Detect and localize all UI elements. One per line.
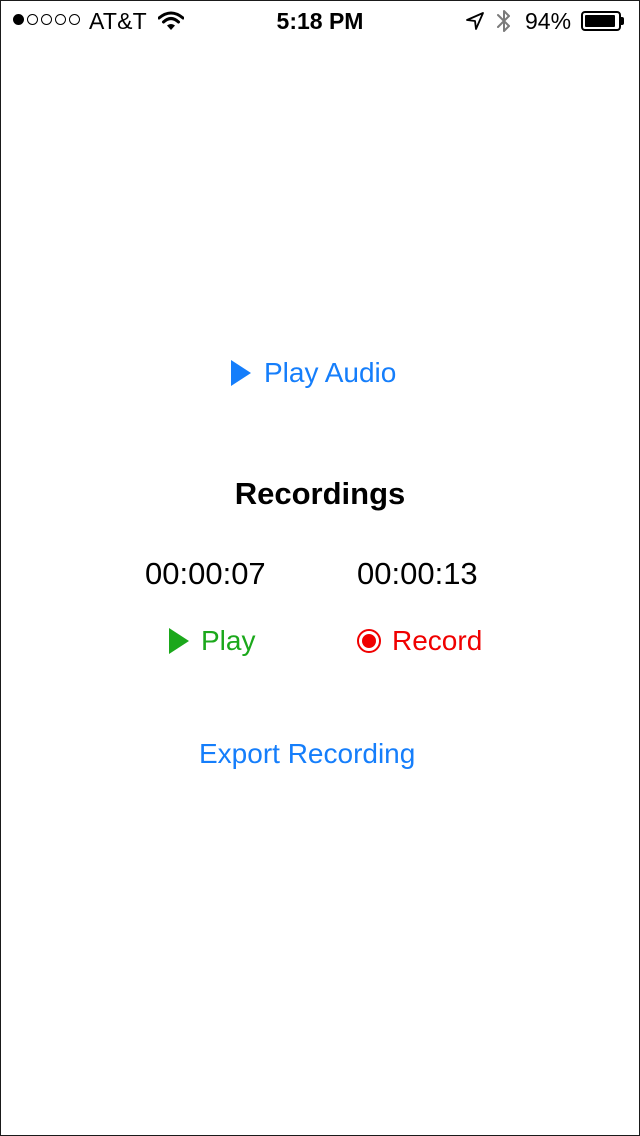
record-button[interactable]: Record (357, 625, 482, 657)
play-icon (169, 628, 189, 654)
bluetooth-icon (495, 8, 513, 40)
battery-percentage: 94% (525, 8, 572, 34)
location-arrow-icon (465, 10, 485, 37)
status-bar: AT&T 5:18 PM 94% (1, 1, 639, 41)
play-label: Play (201, 625, 256, 656)
export-recording-button[interactable]: Export Recording (199, 738, 415, 770)
recordings-title: Recordings (234, 476, 406, 511)
play-audio-label: Play Audio (264, 357, 397, 388)
play-recording-button[interactable]: Play (169, 625, 255, 657)
record-label: Record (392, 625, 483, 656)
recording-time: 00:00:13 (357, 556, 478, 591)
battery-body (581, 11, 621, 31)
battery-fill (585, 15, 616, 27)
record-icon-dot (362, 634, 376, 648)
record-icon (357, 629, 381, 653)
playback-time: 00:00:07 (145, 556, 266, 591)
play-audio-button[interactable]: Play Audio (231, 357, 396, 389)
battery-icon (581, 11, 625, 31)
play-icon (231, 360, 251, 386)
app-screen: AT&T 5:18 PM 94% Play Audio Recordings 0… (0, 0, 640, 1136)
battery-tip (621, 17, 624, 25)
export-recording-label: Export Recording (199, 738, 416, 769)
